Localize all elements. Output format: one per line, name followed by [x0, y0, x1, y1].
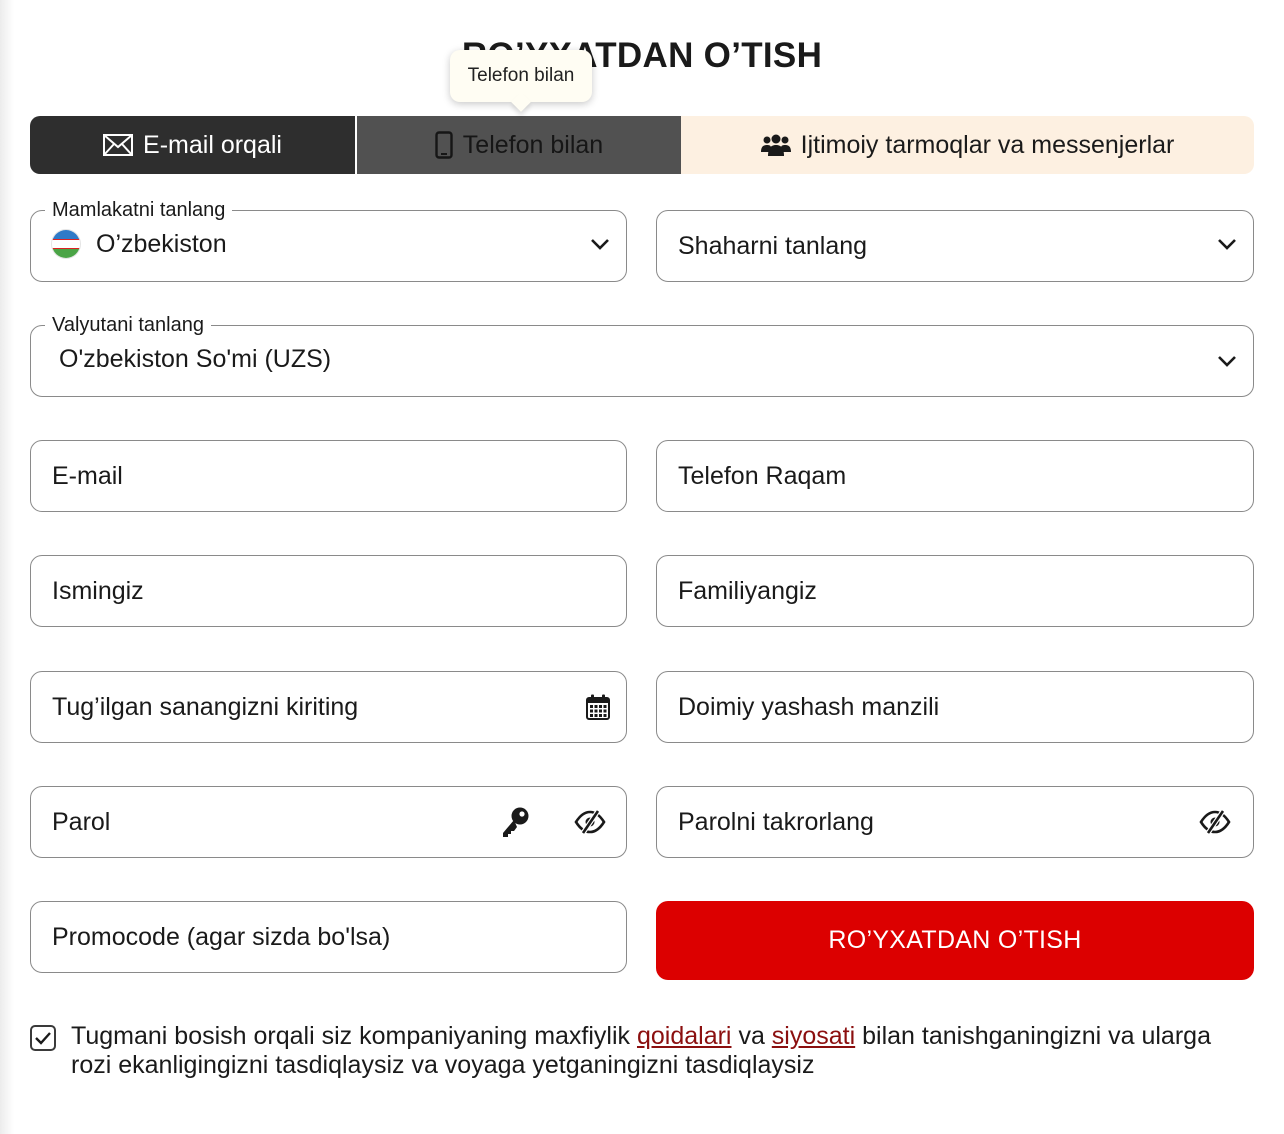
- consent-row: Tugmani bosish orqali siz kompaniyaning …: [30, 1022, 1254, 1080]
- tooltip: Telefon bilan: [450, 50, 592, 102]
- address-field[interactable]: Doimiy yashash manzili: [656, 671, 1254, 743]
- checkmark-icon: [35, 1032, 51, 1045]
- envelope-icon: [103, 134, 134, 156]
- promocode-field[interactable]: Promocode (agar sizda bo'lsa): [30, 901, 627, 973]
- email-field[interactable]: E-mail: [30, 440, 627, 512]
- registration-method-tabs: E-mail orqali Telefon bilan Ijtimoiy tar…: [30, 116, 1254, 174]
- city-select[interactable]: Shaharni tanlang: [656, 210, 1254, 282]
- tab-social-label: Ijtimoiy tarmoqlar va messenjerlar: [800, 130, 1175, 159]
- currency-select[interactable]: Valyutani tanlang O'zbekiston So'mi (UZS…: [30, 313, 1254, 397]
- consent-text-before: Tugmani bosish orqali siz kompaniyaning …: [71, 1022, 637, 1050]
- page-title: RO’YXATDAN O’TISH: [461, 36, 823, 75]
- tab-phone-label: Telefon bilan: [462, 130, 604, 159]
- chevron-down-icon: [1218, 239, 1236, 250]
- country-value: O’zbekiston: [96, 229, 227, 258]
- chevron-down-icon: [1218, 356, 1236, 367]
- password-repeat-placeholder: Parolni takrorlang: [678, 807, 874, 836]
- email-placeholder: E-mail: [52, 461, 123, 490]
- address-placeholder: Doimiy yashash manzili: [678, 692, 940, 721]
- birth-date-placeholder: Tug’ilgan sanangizni kiriting: [52, 692, 359, 721]
- rules-link[interactable]: qoidalari: [637, 1022, 732, 1050]
- password-placeholder: Parol: [52, 807, 111, 836]
- last-name-placeholder: Familiyangiz: [678, 576, 817, 605]
- city-placeholder: Shaharni tanlang: [678, 231, 868, 260]
- tab-phone[interactable]: Telefon bilan: [357, 116, 681, 174]
- key-icon[interactable]: [500, 806, 530, 838]
- last-name-field[interactable]: Familiyangiz: [656, 555, 1254, 627]
- password-repeat-field[interactable]: Parolni takrorlang: [656, 786, 1254, 858]
- consent-text-middle: va: [731, 1022, 772, 1050]
- calendar-icon[interactable]: [586, 694, 610, 720]
- tab-social[interactable]: Ijtimoiy tarmoqlar va messenjerlar: [681, 116, 1254, 174]
- eye-slash-icon[interactable]: [1199, 810, 1231, 834]
- first-name-placeholder: Ismingiz: [52, 576, 144, 605]
- tab-email[interactable]: E-mail orqali: [30, 116, 357, 174]
- eye-slash-icon[interactable]: [574, 810, 606, 834]
- chevron-down-icon: [591, 239, 609, 250]
- birth-date-field[interactable]: Tug’ilgan sanangizni kiriting: [30, 671, 627, 743]
- consent-checkbox[interactable]: [30, 1025, 56, 1051]
- tab-email-label: E-mail orqali: [143, 130, 282, 159]
- policy-link[interactable]: siyosati: [772, 1022, 855, 1050]
- country-select[interactable]: Mamlakatni tanlang O’zbekiston: [30, 198, 627, 282]
- phone-field[interactable]: Telefon Raqam: [656, 440, 1254, 512]
- register-button[interactable]: RO’YXATDAN O’TISH: [656, 901, 1254, 980]
- consent-text: Tugmani bosish orqali siz kompaniyaning …: [71, 1022, 1254, 1080]
- phone-placeholder: Telefon Raqam: [678, 461, 847, 490]
- users-icon: [760, 134, 791, 156]
- promocode-placeholder: Promocode (agar sizda bo'lsa): [52, 922, 391, 951]
- currency-value: O'zbekiston So'mi (UZS): [59, 344, 332, 373]
- page-edge-shadow: [0, 0, 14, 1134]
- password-field[interactable]: Parol: [30, 786, 627, 858]
- uzbekistan-flag-icon: [52, 230, 80, 258]
- first-name-field[interactable]: Ismingiz: [30, 555, 627, 627]
- mobile-phone-icon: [435, 131, 453, 159]
